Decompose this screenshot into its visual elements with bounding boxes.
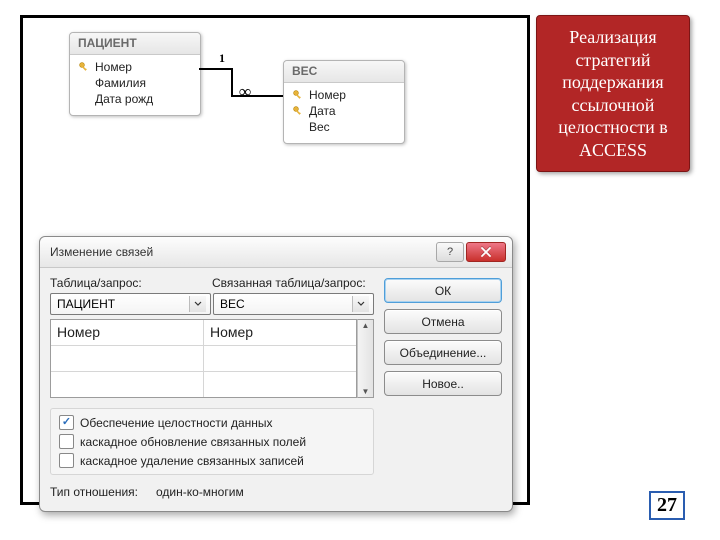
relation-type-row: Тип отношения: один-ко-многим bbox=[50, 485, 374, 499]
cardinality-one: 1 bbox=[219, 51, 225, 66]
key-icon bbox=[78, 61, 90, 73]
grid-cell-right[interactable]: Номер bbox=[204, 320, 356, 345]
edit-relationships-dialog: Изменение связей ? Таблица/запрос: Связа… bbox=[39, 236, 513, 512]
grid-cell-left[interactable] bbox=[51, 346, 204, 371]
relationship-diagram: ПАЦИЕНТ Номер Фамилия Дата рожд bbox=[23, 18, 527, 228]
field-label: Номер bbox=[309, 88, 346, 102]
scroll-down-icon[interactable]: ▼ bbox=[362, 386, 370, 397]
checkbox-label: Обеспечение целостности данных bbox=[80, 416, 273, 430]
table-fields: Номер Дата Вес bbox=[284, 83, 404, 143]
labels-row: Таблица/запрос: Связанная таблица/запрос… bbox=[50, 276, 374, 290]
field-label: Дата bbox=[309, 104, 336, 118]
grid-cell-left[interactable] bbox=[51, 372, 204, 397]
grid-cell-left[interactable]: Номер bbox=[51, 320, 204, 345]
field-row[interactable]: Фамилия bbox=[76, 75, 194, 91]
checkbox-integrity[interactable] bbox=[59, 415, 74, 430]
field-label: Вес bbox=[309, 120, 330, 134]
scroll-up-icon[interactable]: ▲ bbox=[362, 320, 370, 331]
slide-caption: Реализация стратегий поддержания ссылочн… bbox=[536, 15, 690, 172]
integrity-options: Обеспечение целостности данных каскадное… bbox=[50, 408, 374, 475]
combo-table[interactable]: ПАЦИЕНТ bbox=[50, 293, 211, 315]
chevron-down-icon bbox=[189, 296, 206, 312]
blank-icon bbox=[78, 77, 90, 89]
field-row[interactable]: Дата рожд bbox=[76, 91, 194, 107]
grid-row[interactable] bbox=[51, 371, 356, 397]
grid-row[interactable] bbox=[51, 345, 356, 371]
cancel-button[interactable]: Отмена bbox=[384, 309, 502, 334]
field-label: Фамилия bbox=[95, 76, 146, 90]
close-icon bbox=[480, 247, 492, 257]
table-fields: Номер Фамилия Дата рожд bbox=[70, 55, 200, 115]
join-type-button[interactable]: Объединение... bbox=[384, 340, 502, 365]
table-patient[interactable]: ПАЦИЕНТ Номер Фамилия Дата рожд bbox=[69, 32, 201, 116]
field-mapping-grid: Номер Номер ▲ ▼ bbox=[50, 319, 374, 398]
button-label: Новое.. bbox=[422, 377, 464, 391]
field-label: Дата рожд bbox=[95, 92, 153, 106]
close-button[interactable] bbox=[466, 242, 506, 262]
grid-scrollbar[interactable]: ▲ ▼ bbox=[357, 319, 374, 398]
create-new-button[interactable]: Новое.. bbox=[384, 371, 502, 396]
field-row[interactable]: Вес bbox=[290, 119, 398, 135]
cardinality-many: ∞ bbox=[239, 82, 251, 102]
dialog-body: Таблица/запрос: Связанная таблица/запрос… bbox=[40, 268, 512, 511]
label-table: Таблица/запрос: bbox=[50, 276, 200, 290]
relation-line[interactable] bbox=[199, 68, 233, 70]
page-number: 27 bbox=[649, 491, 685, 520]
help-button[interactable]: ? bbox=[436, 242, 464, 262]
table-ves[interactable]: ВЕС Номер Дата Вес bbox=[283, 60, 405, 144]
app-canvas: ПАЦИЕНТ Номер Фамилия Дата рожд bbox=[20, 15, 530, 505]
button-label: ОК bbox=[435, 284, 451, 298]
chevron-down-icon bbox=[352, 296, 369, 312]
checkbox-cascade-update[interactable] bbox=[59, 434, 74, 449]
checkbox-label: каскадное удаление связанных записей bbox=[80, 454, 304, 468]
combo-value: ПАЦИЕНТ bbox=[57, 297, 189, 311]
field-row[interactable]: Номер bbox=[290, 87, 398, 103]
grid-row[interactable]: Номер Номер bbox=[51, 320, 356, 345]
combo-value: ВЕС bbox=[220, 297, 352, 311]
relation-line[interactable] bbox=[231, 68, 233, 95]
checkbox-label: каскадное обновление связанных полей bbox=[80, 435, 306, 449]
key-icon bbox=[292, 105, 304, 117]
table-title: ПАЦИЕНТ bbox=[70, 33, 200, 55]
blank-icon bbox=[292, 121, 304, 133]
button-label: Отмена bbox=[421, 315, 464, 329]
field-row[interactable]: Номер bbox=[76, 59, 194, 75]
dialog-titlebar[interactable]: Изменение связей ? bbox=[40, 237, 512, 268]
ok-button[interactable]: ОК bbox=[384, 278, 502, 303]
key-icon bbox=[292, 89, 304, 101]
table-title: ВЕС bbox=[284, 61, 404, 83]
blank-icon bbox=[78, 93, 90, 105]
grid-cell-right[interactable] bbox=[204, 346, 356, 371]
label-related-table: Связанная таблица/запрос: bbox=[212, 276, 366, 290]
checkbox-row[interactable]: каскадное удаление связанных записей bbox=[59, 453, 365, 468]
dialog-title: Изменение связей bbox=[50, 245, 434, 259]
dialog-left-pane: Таблица/запрос: Связанная таблица/запрос… bbox=[50, 276, 374, 499]
checkbox-cascade-delete[interactable] bbox=[59, 453, 74, 468]
help-icon: ? bbox=[447, 246, 453, 258]
checkbox-row[interactable]: каскадное обновление связанных полей bbox=[59, 434, 365, 449]
combo-row: ПАЦИЕНТ ВЕС bbox=[50, 293, 374, 315]
dialog-button-column: ОК Отмена Объединение... Новое.. bbox=[384, 276, 502, 499]
button-label: Объединение... bbox=[400, 346, 487, 360]
relation-type-label: Тип отношения: bbox=[50, 485, 138, 499]
field-row[interactable]: Дата bbox=[290, 103, 398, 119]
grid-cell-right[interactable] bbox=[204, 372, 356, 397]
field-label: Номер bbox=[95, 60, 132, 74]
checkbox-row[interactable]: Обеспечение целостности данных bbox=[59, 415, 365, 430]
relation-type-value: один-ко-многим bbox=[156, 485, 244, 499]
combo-related-table[interactable]: ВЕС bbox=[213, 293, 374, 315]
